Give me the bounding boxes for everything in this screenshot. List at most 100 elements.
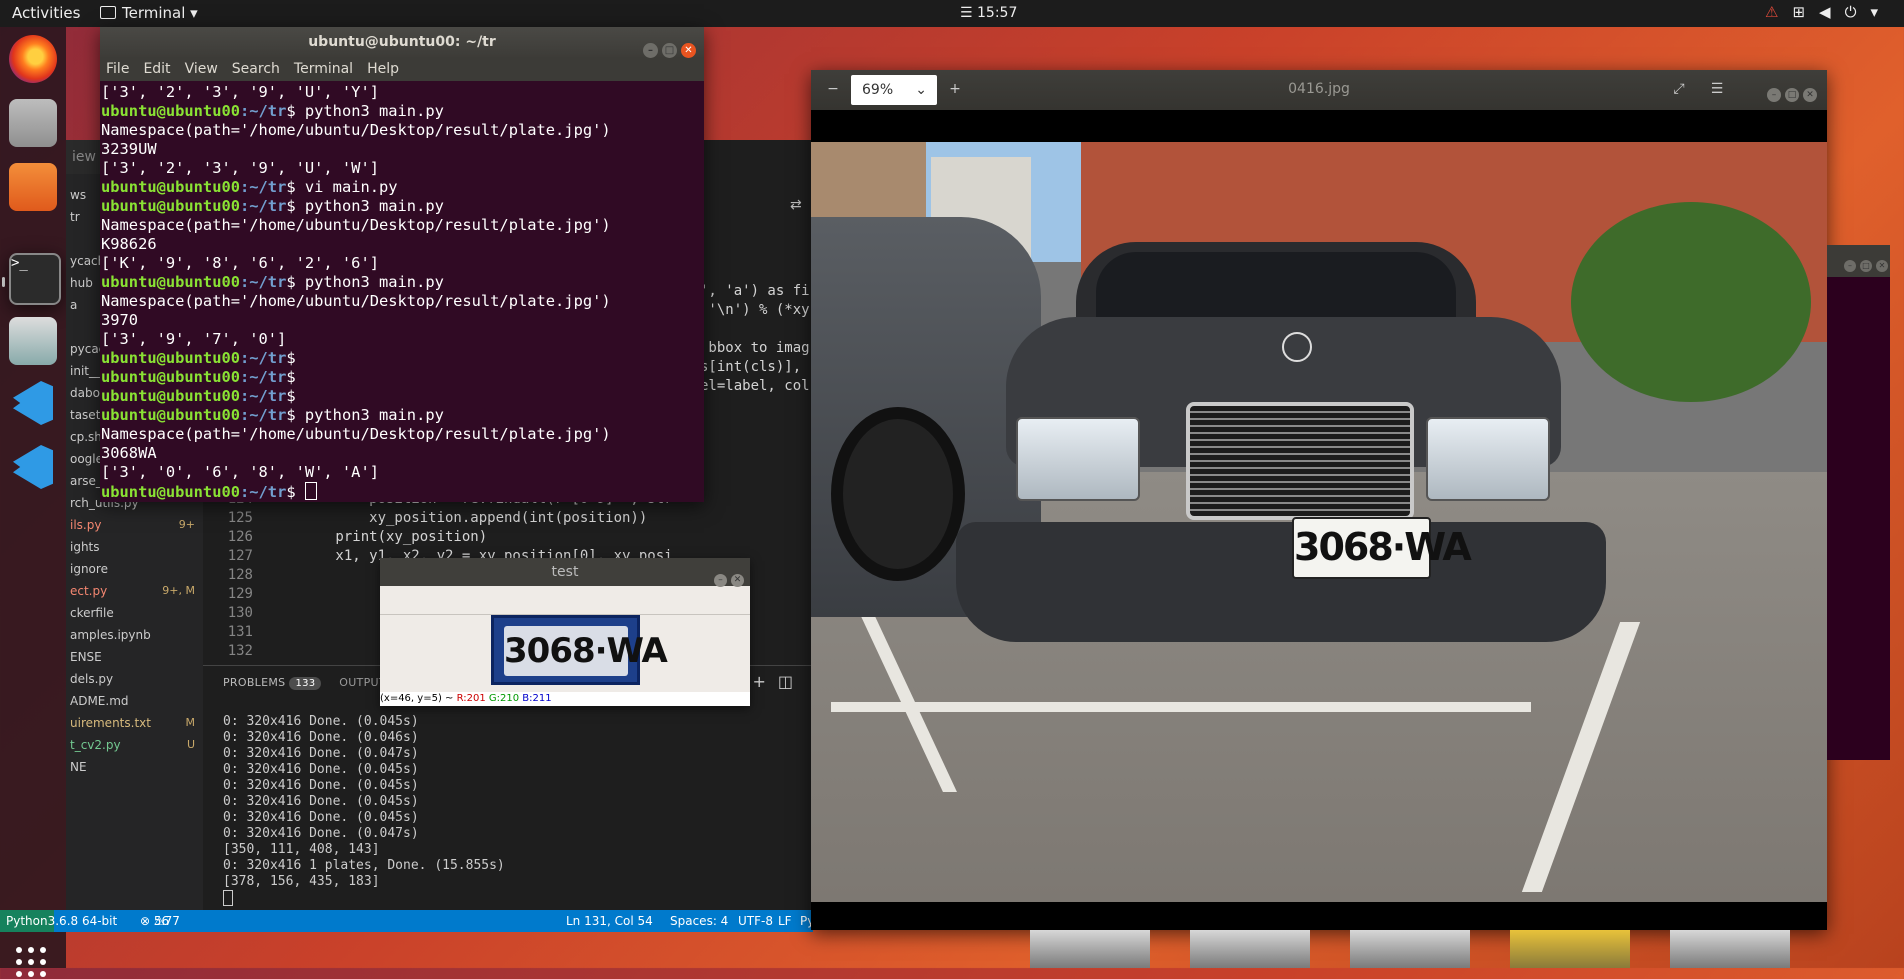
thumbnail[interactable] [1190, 930, 1310, 968]
command-text: $ python3 main.py [286, 273, 444, 291]
explorer-file[interactable]: uirements.txt M [66, 712, 203, 734]
viewer-headerbar[interactable]: − 69% ⌄ + 0416.jpg ⤢ ☰ – □ ✕ [811, 70, 1827, 110]
terminal-titlebar[interactable]: ubuntu@ubuntu00: ~/tr – □ ✕ [100, 27, 704, 58]
maximize-icon[interactable]: □ [1860, 260, 1872, 272]
explorer-file[interactable]: NE [66, 756, 203, 778]
line-number: 126 [227, 529, 253, 545]
explorer-file[interactable]: ckerfile [66, 602, 203, 624]
split-icon[interactable]: ◫ [778, 672, 805, 691]
image-viewer-window[interactable]: − 69% ⌄ + 0416.jpg ⤢ ☰ – □ ✕ 3068·WA [811, 70, 1827, 930]
close-icon[interactable]: ✕ [731, 574, 744, 587]
thumbnail[interactable] [1510, 930, 1630, 968]
firefox-icon[interactable] [9, 35, 57, 83]
cursor-position[interactable]: Ln 131, Col 54 [566, 910, 653, 932]
menu-item-view[interactable]: View [185, 61, 218, 77]
close-icon[interactable]: ✕ [1876, 260, 1888, 272]
plate-text: 3068·WA [504, 626, 668, 676]
indentation[interactable]: Spaces: 4 [670, 910, 728, 932]
terminal-line-text: 3970 [101, 311, 139, 329]
menu-icon[interactable]: ☰ [1709, 81, 1725, 97]
menu-item-help[interactable]: Help [367, 61, 399, 77]
tab-problems[interactable]: PROBLEMS [223, 676, 285, 689]
add-terminal-icon[interactable]: + [752, 672, 777, 691]
menu-item-edit[interactable]: Edit [143, 61, 170, 77]
line-number-gutter: 124125126127128129130131132 [203, 490, 253, 661]
black-mercedes [956, 242, 1606, 672]
close-icon[interactable]: ✕ [1803, 88, 1817, 102]
warning-icon[interactable]: ⚠ [1765, 3, 1792, 21]
test-titlebar[interactable]: test – ✕ [380, 558, 750, 587]
volume-icon[interactable]: ◀ [1819, 3, 1845, 21]
terminal-line: ubuntu@ubuntu00:~/tr$ [101, 349, 704, 368]
line-ending[interactable]: LF [778, 910, 792, 932]
explorer-file[interactable]: t_cv2.py U [66, 734, 203, 756]
command-text: $ python3 main.py [286, 406, 444, 424]
system-tray[interactable]: ⚠⊞◀⏻▾ [1765, 3, 1892, 21]
file-status: M [185, 716, 196, 729]
maximize-icon[interactable]: □ [1785, 88, 1799, 102]
fullscreen-icon[interactable]: ⤢ [1671, 81, 1687, 97]
background-terminal-window[interactable]: – □ ✕ [1827, 245, 1890, 760]
terminal-window[interactable]: ubuntu@ubuntu00: ~/tr – □ ✕ File Edit View Se… [100, 27, 704, 502]
maximize-icon[interactable]: □ [662, 43, 677, 58]
encoding[interactable]: UTF-8 [738, 910, 773, 932]
problems-status[interactable]: ⊗ 56 ⚠ 77 [140, 910, 180, 932]
output-log: 0: 320x416 Done. (0.045s) 0: 320x416 Done… [223, 714, 505, 906]
vscode-icon[interactable] [9, 379, 57, 427]
activities-button[interactable]: Activities [12, 4, 80, 22]
editor-layout-icon[interactable]: ⇄ [790, 197, 802, 213]
file-name: ignore [70, 562, 108, 576]
vscode-icon-2[interactable] [9, 443, 57, 491]
code-line[interactable]: xy_position.append(int(position)) [268, 509, 808, 528]
python-interpreter[interactable]: Python 3.6.8 64-bit [0, 910, 117, 932]
tab-output[interactable]: OUTPUT [339, 676, 386, 689]
terminal-dock-icon[interactable]: >_ [9, 253, 61, 305]
explorer-file[interactable]: ignore [66, 558, 203, 580]
code-fragment: s[int(cls)], [700, 359, 802, 375]
license-plate: 3068·WA [1292, 517, 1472, 579]
menu-item-search[interactable]: Search [232, 61, 280, 77]
file-name: ws [70, 188, 87, 202]
terminal-line-text: ['3', '9', '7', '0'] [101, 330, 287, 348]
image-viewer-icon[interactable] [9, 317, 57, 365]
clock[interactable]: ☰ 15:57 [960, 5, 1017, 21]
terminal-output[interactable]: ['3', '2', '3', '9', 'U', 'Y'] ubuntu@ubu… [100, 81, 704, 501]
terminal-line: ubuntu@ubuntu00:~/tr$ python3 main.py [101, 406, 704, 425]
explorer-file[interactable]: ADME.md [66, 690, 203, 712]
thumbnail[interactable] [1670, 930, 1790, 968]
minimize-icon[interactable]: – [1844, 260, 1856, 272]
prompt-user: ubuntu@ubuntu00 [101, 406, 240, 424]
file-name: uirements.txt [70, 716, 151, 730]
code-fragment: bbox to imag [700, 340, 810, 356]
minimize-icon[interactable]: – [1767, 88, 1781, 102]
network-icon[interactable]: ⊞ [1792, 3, 1819, 21]
app-menu-terminal[interactable]: Terminal ▾ [100, 4, 198, 22]
output-line: 0: 320x416 Done. (0.045s) [223, 794, 419, 809]
file-name: cp.sh [70, 430, 102, 444]
show-applications-icon[interactable] [16, 947, 48, 979]
thumbnail[interactable] [1350, 930, 1470, 968]
prompt-user: ubuntu@ubuntu00 [101, 273, 240, 291]
terminal-line: 3068WA [101, 444, 704, 463]
explorer-file[interactable]: ect.py 9+, M [66, 580, 203, 602]
code-line[interactable]: print(xy_position) [268, 528, 808, 547]
software-store-icon[interactable] [9, 163, 57, 211]
terminal-line: ['K', '9', '8', '6', '2', '6'] [101, 254, 704, 273]
prompt-path: :~/tr [240, 387, 287, 405]
minimize-icon[interactable]: – [643, 43, 658, 58]
power-icon[interactable]: ⏻ [1845, 3, 1871, 21]
terminal-line-text: ['3', '0', '6', '8', 'W', 'A'] [101, 463, 379, 481]
explorer-file[interactable]: dels.py [66, 668, 203, 690]
explorer-file[interactable]: ights [66, 536, 203, 558]
menu-item-file[interactable]: File [106, 61, 129, 77]
prompt-user: ubuntu@ubuntu00 [101, 178, 240, 196]
explorer-file[interactable]: amples.ipynb [66, 624, 203, 646]
explorer-file[interactable]: ils.py 9+ [66, 514, 203, 536]
menu-item-terminal[interactable]: Terminal [294, 61, 353, 77]
files-icon[interactable] [9, 99, 57, 147]
minimize-icon[interactable]: – [714, 574, 727, 587]
thumbnail[interactable] [1030, 930, 1150, 968]
close-icon[interactable]: ✕ [681, 43, 696, 58]
explorer-file[interactable]: ENSE [66, 646, 203, 668]
test-window[interactable]: test – ✕ 3068·WA (x=46, y=5) ~ R:201 G:21… [380, 558, 750, 706]
